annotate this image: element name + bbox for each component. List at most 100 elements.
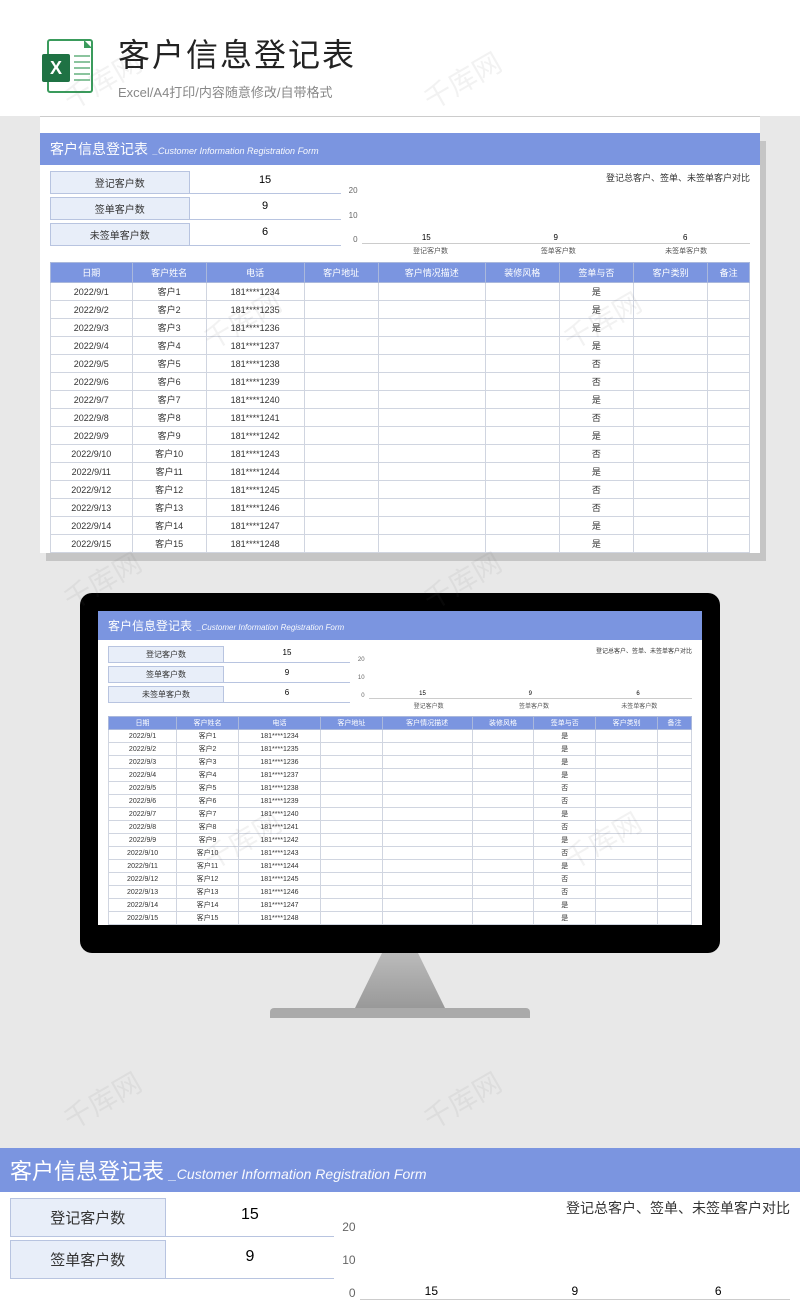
table-cell xyxy=(657,834,691,847)
table-cell xyxy=(321,808,383,821)
table-cell: 2022/9/13 xyxy=(51,499,133,517)
table-cell: 是 xyxy=(559,391,633,409)
table-cell xyxy=(596,899,658,912)
table-cell xyxy=(657,912,691,925)
table-cell: 客户3 xyxy=(177,756,239,769)
table-cell xyxy=(657,847,691,860)
table-cell: 2022/9/9 xyxy=(51,427,133,445)
table-cell: 客户9 xyxy=(177,834,239,847)
table-cell xyxy=(378,427,485,445)
table-cell xyxy=(321,886,383,899)
table-cell: 2022/9/1 xyxy=(109,730,177,743)
summary-label: 未签单客户数 xyxy=(108,686,224,703)
chart-bar: 9 xyxy=(482,691,579,698)
table-cell: 是 xyxy=(559,301,633,319)
table-cell xyxy=(472,886,534,899)
table-cell: 客户7 xyxy=(177,808,239,821)
table-cell xyxy=(485,445,559,463)
table-cell xyxy=(304,301,378,319)
table-cell: 2022/9/8 xyxy=(109,821,177,834)
table-cell xyxy=(634,355,708,373)
table-cell xyxy=(485,517,559,535)
chart-bar: 15 xyxy=(367,1284,496,1299)
table-cell: 客户5 xyxy=(177,782,239,795)
table-cell: 否 xyxy=(559,355,633,373)
table-cell: 181****1246 xyxy=(206,499,304,517)
table-cell xyxy=(708,301,750,319)
table-cell xyxy=(634,517,708,535)
table-header: 客户地址 xyxy=(321,717,383,730)
table-cell xyxy=(596,730,658,743)
table-cell: 2022/9/5 xyxy=(109,782,177,795)
table-cell xyxy=(304,409,378,427)
table-cell xyxy=(378,499,485,517)
table-cell: 否 xyxy=(534,873,596,886)
chart-x-label: 签单客户数 xyxy=(501,246,616,256)
table-cell: 181****1242 xyxy=(206,427,304,445)
table-cell xyxy=(382,730,472,743)
table-cell xyxy=(382,873,472,886)
table-cell: 181****1236 xyxy=(238,756,320,769)
table-row: 2022/9/3客户3181****1236是 xyxy=(51,319,750,337)
table-header: 客户姓名 xyxy=(132,263,206,283)
table-cell: 是 xyxy=(559,535,633,553)
table-cell xyxy=(378,355,485,373)
table-cell: 181****1234 xyxy=(206,283,304,301)
table-cell: 是 xyxy=(534,769,596,782)
table-cell xyxy=(304,481,378,499)
table-cell xyxy=(472,769,534,782)
chart-bar: 6 xyxy=(627,233,744,243)
table-cell: 否 xyxy=(559,445,633,463)
table-row: 2022/9/2客户2181****1235是 xyxy=(109,743,692,756)
table-cell xyxy=(378,445,485,463)
table-cell xyxy=(378,481,485,499)
chart-bar: 9 xyxy=(510,1284,639,1299)
table-cell: 2022/9/11 xyxy=(109,860,177,873)
table-cell xyxy=(485,391,559,409)
table-cell: 181****1247 xyxy=(238,899,320,912)
table-cell xyxy=(634,499,708,517)
table-cell xyxy=(485,499,559,517)
table-cell: 是 xyxy=(534,860,596,873)
table-cell xyxy=(321,756,383,769)
table-cell: 客户11 xyxy=(177,860,239,873)
summary-value: 9 xyxy=(166,1240,335,1279)
table-cell: 否 xyxy=(534,886,596,899)
table-cell xyxy=(596,834,658,847)
table-row: 2022/9/4客户4181****1237是 xyxy=(109,769,692,782)
table-header: 日期 xyxy=(109,717,177,730)
customer-table: 日期客户姓名电话客户地址客户情况描述装修风格签单与否客户类别备注2022/9/1… xyxy=(50,262,750,553)
table-cell: 客户4 xyxy=(132,337,206,355)
table-cell xyxy=(382,847,472,860)
table-cell: 2022/9/8 xyxy=(51,409,133,427)
summary-row: 签单客户数9 xyxy=(108,666,350,683)
table-cell xyxy=(304,283,378,301)
table-cell: 181****1242 xyxy=(238,834,320,847)
table-cell xyxy=(321,769,383,782)
table-cell xyxy=(485,319,559,337)
table-row: 2022/9/1客户1181****1234是 xyxy=(51,283,750,301)
table-row: 2022/9/8客户8181****1241否 xyxy=(51,409,750,427)
table-cell: 2022/9/9 xyxy=(109,834,177,847)
table-cell xyxy=(472,782,534,795)
table-cell xyxy=(634,481,708,499)
table-cell xyxy=(472,899,534,912)
table-cell: 是 xyxy=(534,912,596,925)
table-cell xyxy=(485,427,559,445)
table-cell xyxy=(321,743,383,756)
table-cell xyxy=(634,409,708,427)
table-cell: 是 xyxy=(559,283,633,301)
table-cell xyxy=(472,808,534,821)
table-header: 签单与否 xyxy=(534,717,596,730)
table-cell xyxy=(708,535,750,553)
table-row: 2022/9/5客户5181****1238否 xyxy=(51,355,750,373)
table-cell: 客户2 xyxy=(177,743,239,756)
chart-bar: 15 xyxy=(374,691,471,698)
table-cell: 客户3 xyxy=(132,319,206,337)
form-header: 客户信息登记表_Customer Information Registratio… xyxy=(98,611,702,640)
form-title-zh: 客户信息登记表 xyxy=(50,139,148,159)
table-cell xyxy=(708,409,750,427)
table-cell xyxy=(657,808,691,821)
table-cell xyxy=(708,355,750,373)
table-cell: 客户13 xyxy=(132,499,206,517)
